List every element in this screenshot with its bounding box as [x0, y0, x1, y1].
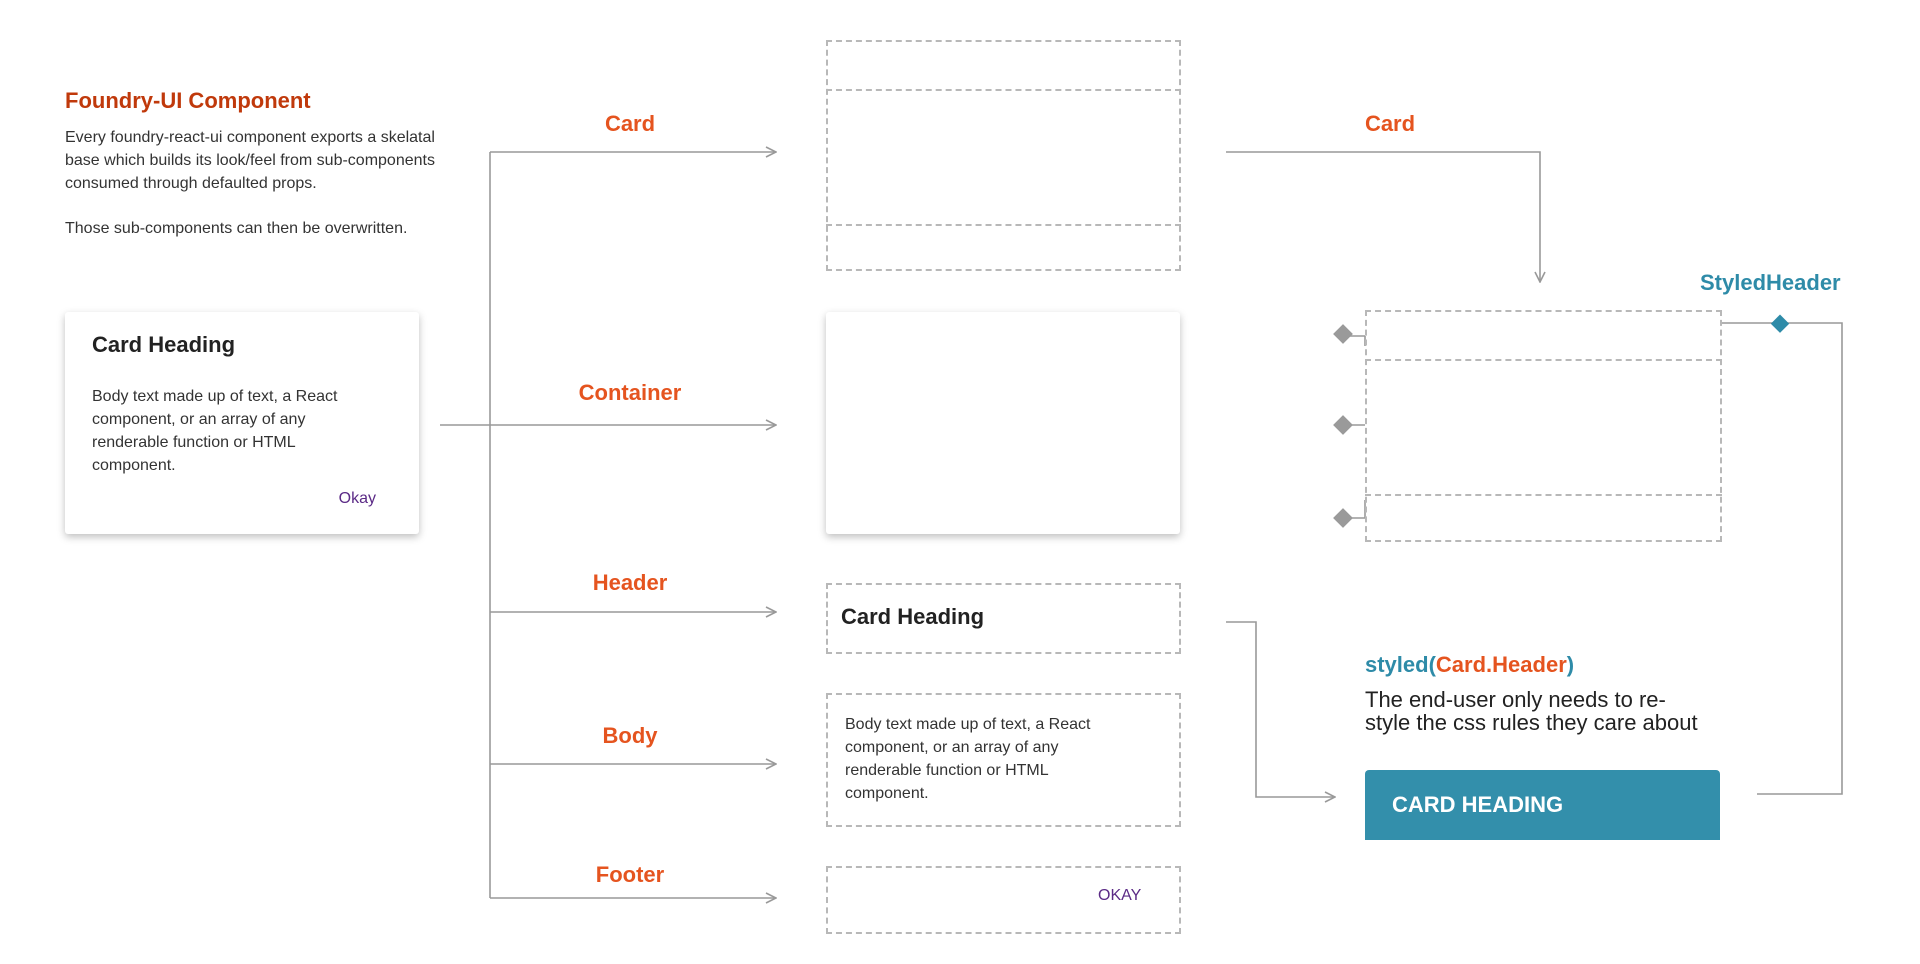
card-skeleton-right-footer-divider	[1365, 494, 1722, 496]
styled-code-target: Card.Header	[1435, 652, 1567, 677]
example-card-heading: Card Heading	[92, 332, 236, 357]
label-body: Body	[602, 723, 658, 748]
example-card-okay-button[interactable]: Okay	[339, 490, 376, 508]
styled-card-heading: CARD HEADING	[1392, 792, 1564, 817]
styled-card-header: CARD HEADING	[1365, 770, 1720, 840]
styled-code-snippet: styled(Card.Header)	[1365, 652, 1574, 678]
example-card: Card Heading Body text made up of text, …	[65, 312, 419, 534]
card-skeleton-footer-divider	[826, 224, 1181, 226]
styled-description: The end-user only needs to re-style the …	[1365, 687, 1698, 735]
label-card-right: Card	[1364, 111, 1416, 136]
intro-title: Foundry-UI Component	[65, 88, 311, 113]
label-styled-header: StyledHeader	[1700, 270, 1841, 295]
label-footer: Footer	[595, 862, 665, 887]
label-header: Header	[592, 570, 668, 595]
styled-code-suffix: )	[1566, 652, 1575, 677]
footer-okay-button[interactable]: OKAY	[1098, 887, 1141, 905]
intro-description: Every foundry-react-ui component exports…	[65, 126, 435, 262]
styled-code-prefix: styled(	[1365, 652, 1436, 677]
intro-paragraph-2: Those sub-components can then be overwri…	[65, 220, 408, 237]
label-container: Container	[578, 380, 682, 405]
card-skeleton	[826, 40, 1181, 271]
card-skeleton-header-divider	[826, 89, 1181, 91]
card-skeleton-right	[1365, 310, 1722, 542]
body-text: Body text made up of text, a React compo…	[845, 716, 1091, 802]
card-skeleton-right-header-divider	[1365, 359, 1722, 361]
container-box	[826, 312, 1180, 534]
example-card-body: Body text made up of text, a React compo…	[92, 388, 338, 474]
label-card: Card	[604, 111, 656, 136]
header-heading: Card Heading	[841, 604, 985, 629]
intro-paragraph-1: Every foundry-react-ui component exports…	[65, 129, 435, 192]
